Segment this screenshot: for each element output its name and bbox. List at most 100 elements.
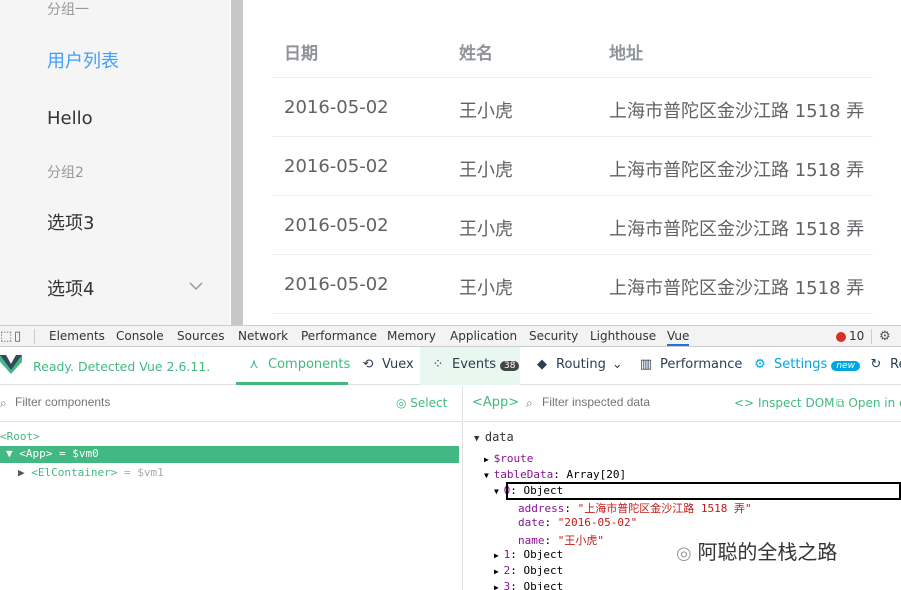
collapsed-arrow-icon: ▶ xyxy=(494,551,504,560)
cell-name: 王小虎 xyxy=(459,278,513,299)
settings-icon: ⚙ xyxy=(754,357,766,372)
data-row-date[interactable]: date: "2016-05-02" xyxy=(518,516,637,529)
collapsed-arrow-icon: ▶ xyxy=(18,466,32,479)
inspect-element-icon[interactable]: ⬚ xyxy=(0,329,12,344)
routing-icon: ◆ xyxy=(537,357,547,372)
menu-item-hello[interactable]: Hello xyxy=(47,108,93,129)
inspector-filter-row: <App> ⌕ <> Inspect DOM ⧉ Open in e xyxy=(464,386,901,422)
menu-item-option3[interactable]: 选项3 xyxy=(47,209,94,235)
tab-lighthouse[interactable]: Lighthouse xyxy=(590,329,656,343)
collapsed-arrow-icon: ▶ xyxy=(494,567,504,576)
menu-item-user-list[interactable]: 用户列表 xyxy=(47,47,119,73)
data-row-item-3[interactable]: ▶ 3: Object xyxy=(494,580,563,590)
select-button[interactable]: ◎ Select xyxy=(396,396,447,410)
expanded-arrow-icon: ▼ xyxy=(484,471,494,480)
open-in-label: Open in e xyxy=(848,396,901,410)
app-tag: <App> xyxy=(19,447,53,460)
app-vm: = $vm0 xyxy=(52,447,99,460)
events-icon: ⁘ xyxy=(432,357,444,372)
tab-elements[interactable]: Elements xyxy=(49,329,105,343)
events-count-badge: 38 xyxy=(500,361,520,371)
menu-group-1: 分组一 xyxy=(47,2,89,18)
tab-vue[interactable]: Vue xyxy=(667,329,690,346)
tabledata-value: Array[20] xyxy=(566,468,627,481)
tab-sources[interactable]: Sources xyxy=(177,329,224,343)
events-tab[interactable]: ⁘ Events 38 xyxy=(420,347,520,385)
chevron-down-icon[interactable] xyxy=(186,276,206,296)
history-icon: ⟲ xyxy=(362,357,374,372)
components-label: Components xyxy=(268,357,351,372)
submenu-option4[interactable]: 选项4 xyxy=(47,275,94,301)
inspect-dom-button[interactable]: <> Inspect DOM xyxy=(734,396,835,410)
settings-tab[interactable]: ⚙ Settings new xyxy=(746,347,860,385)
components-tab[interactable]: ⋏ Components xyxy=(236,347,351,385)
column-header-address: 地址 xyxy=(609,44,643,64)
route-key: $route xyxy=(493,452,534,465)
column-header-name: 姓名 xyxy=(459,44,493,64)
item-3-value: Object xyxy=(523,580,564,590)
vuex-tab[interactable]: ⟲ Vuex xyxy=(352,347,416,385)
vue-status-text: Ready. Detected Vue 2.6.11. xyxy=(33,359,211,374)
search-icon: ⌕ xyxy=(526,396,533,410)
watermark-text: 阿聪的全栈之路 xyxy=(697,540,838,564)
collapsed-arrow-icon: ▶ xyxy=(484,455,494,464)
tree-node-elcontainer[interactable]: ▶ <ElContainer> = $vm1 xyxy=(18,466,164,479)
tab-memory[interactable]: Memory xyxy=(387,329,436,343)
table-row[interactable]: 2016-05-02 王小虎 上海市普陀区金沙江路 1518 弄 xyxy=(272,196,873,255)
data-row-item-1[interactable]: ▶ 1: Object xyxy=(494,548,563,561)
tree-node-root[interactable]: <Root> xyxy=(0,430,40,443)
table-header: 日期 姓名 地址 xyxy=(272,18,873,78)
table-row[interactable]: 2016-05-02 王小虎 上海市普陀区金沙江路 1518 弄 xyxy=(272,137,873,196)
refresh-button[interactable]: ↻ Re xyxy=(864,347,901,385)
side-menu: 分组一 用户列表 Hello 分组2 选项3 选项4 xyxy=(0,0,230,325)
error-icon[interactable] xyxy=(836,332,846,342)
open-in-editor-button[interactable]: ⧉ Open in e xyxy=(836,396,901,411)
divider xyxy=(871,329,872,344)
routing-tab[interactable]: ◆ Routing ⌄ xyxy=(526,347,624,385)
name-value: "王小虎" xyxy=(557,534,604,547)
cell-address: 上海市普陀区金沙江路 1518 弄 xyxy=(609,160,865,181)
elcontainer-vm: = $vm1 xyxy=(117,466,164,479)
scrollbar-thumb[interactable] xyxy=(231,0,243,325)
data-row-item-2[interactable]: ▶ 2: Object xyxy=(494,564,563,577)
tab-security[interactable]: Security xyxy=(529,329,578,343)
performance-tab[interactable]: ▥ Performance xyxy=(632,347,743,385)
device-toolbar-icon[interactable]: ▯ xyxy=(14,329,21,344)
refresh-icon: ↻ xyxy=(870,357,882,372)
tab-console[interactable]: Console xyxy=(116,329,164,343)
inspected-component-label: <App> xyxy=(472,395,520,410)
data-row-name[interactable]: name: "王小虎" xyxy=(518,532,604,548)
performance-label: Performance xyxy=(660,357,743,372)
table-row[interactable]: 2016-05-02 王小虎 上海市普陀区金沙江路 1518 弄 xyxy=(272,78,873,137)
expanded-arrow-icon: ▼ xyxy=(474,434,485,444)
routing-label: Routing xyxy=(556,357,606,372)
collapsed-arrow-icon: ▶ xyxy=(494,583,504,590)
data-section[interactable]: ▼ data xyxy=(474,430,514,444)
inspect-dom-label: Inspect DOM xyxy=(757,396,835,410)
tab-application[interactable]: Application xyxy=(450,329,517,343)
gear-icon[interactable]: ⚙ xyxy=(879,329,891,344)
wechat-icon: ◎ xyxy=(676,543,698,564)
cell-address: 上海市普陀区金沙江路 1518 弄 xyxy=(609,101,865,122)
tree-node-app[interactable]: ▼ <App> = $vm0 xyxy=(0,446,459,463)
cell-date: 2016-05-02 xyxy=(284,97,389,118)
component-tree-pane: ⌕ ◎ Select <Root> ▼ <App> = $vm0 ▶ <ElCo… xyxy=(0,386,463,590)
tab-network[interactable]: Network xyxy=(238,329,288,343)
events-label: Events xyxy=(452,357,497,372)
tab-performance[interactable]: Performance xyxy=(301,329,377,343)
data-row-tabledata[interactable]: ▼ tableData: Array[20] xyxy=(484,468,626,481)
tabledata-key: tableData xyxy=(493,468,554,481)
external-link-icon: ⧉ xyxy=(836,396,849,410)
cell-name: 王小虎 xyxy=(459,101,513,122)
item-1-value: Object xyxy=(523,548,564,561)
filter-inspected-data-input[interactable] xyxy=(542,395,722,409)
cell-address: 上海市普陀区金沙江路 1518 弄 xyxy=(609,219,865,240)
error-count[interactable]: 10 xyxy=(849,329,864,343)
address-key: address xyxy=(518,502,565,515)
chevron-down-icon: ⌄ xyxy=(611,357,623,372)
data-row-route[interactable]: ▶ $route xyxy=(484,452,533,465)
data-row-address[interactable]: address: "上海市普陀区金沙江路 1518 弄" xyxy=(518,500,752,516)
table-row[interactable]: 2016-05-02 王小虎 上海市普陀区金沙江路 1518 弄 xyxy=(272,255,873,314)
address-value: "上海市普陀区金沙江路 1518 弄" xyxy=(577,502,752,515)
filter-components-input[interactable] xyxy=(15,395,315,409)
